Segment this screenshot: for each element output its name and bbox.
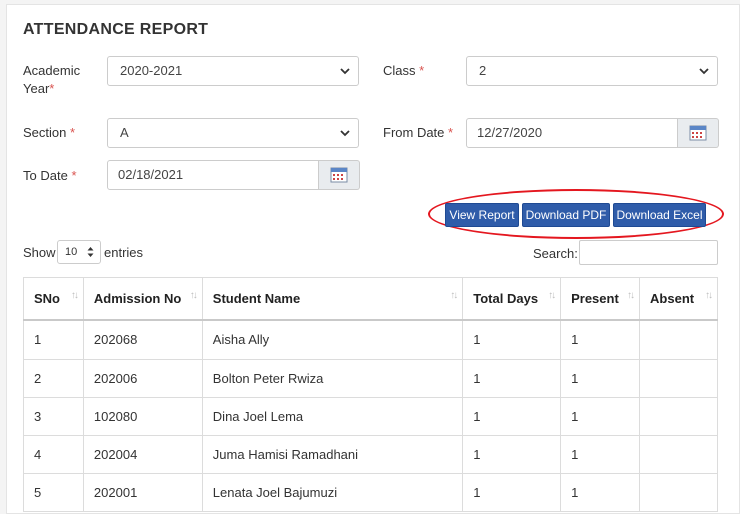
- from-date-input[interactable]: 12/27/2020: [466, 118, 678, 148]
- cell-absent: [639, 397, 718, 436]
- section-value: A: [120, 125, 129, 140]
- academic-year-label: Academic Year*: [23, 62, 80, 98]
- download-excel-button[interactable]: Download Excel: [613, 203, 706, 227]
- sort-icon: ↑↓: [627, 290, 635, 301]
- class-value: 2: [479, 63, 487, 78]
- entries-label: entries: [104, 245, 144, 260]
- section-label-text: Section: [23, 125, 67, 140]
- from-date-label-text: From Date: [383, 125, 445, 140]
- class-label: Class *: [383, 62, 424, 80]
- cell-admission-no: 202006: [82, 359, 203, 398]
- column-header-label: SNo: [34, 290, 60, 306]
- class-select[interactable]: 2: [466, 56, 718, 86]
- cell-admission-no: 102080: [82, 397, 203, 436]
- academic-year-label-line2: Year: [23, 81, 50, 96]
- column-header-sno[interactable]: SNo ↑↓: [23, 277, 84, 321]
- cell-sno: 2: [23, 359, 84, 398]
- table-row: 3 102080 Dina Joel Lema 1 1: [23, 397, 718, 436]
- required-marker: *: [70, 125, 76, 140]
- attendance-table: SNo ↑↓ Admission No ↑↓ Student Name ↑↓ Tota…: [23, 277, 718, 512]
- cell-present: 1: [560, 319, 641, 360]
- sort-icon: ↑↓: [70, 290, 79, 301]
- cell-absent: [639, 473, 718, 512]
- chevron-down-icon: [699, 68, 709, 75]
- chevron-down-icon: [340, 68, 350, 75]
- sort-icon: ↑↓: [705, 290, 713, 301]
- academic-year-value: 2020-2021: [120, 63, 183, 78]
- cell-total-days: 1: [462, 473, 562, 512]
- required-marker: *: [448, 125, 454, 140]
- section-label: Section *: [23, 124, 75, 142]
- cell-admission-no: 202068: [82, 319, 203, 360]
- cell-present: 1: [560, 473, 641, 512]
- cell-absent: [639, 319, 718, 360]
- column-header-label: Present: [571, 290, 619, 306]
- table-row: 1 202068 Aisha Ally 1 1: [23, 319, 718, 360]
- cell-total-days: 1: [462, 319, 562, 360]
- cell-student-name: Bolton Peter Rwiza: [201, 359, 464, 398]
- table-header-row: SNo ↑↓ Admission No ↑↓ Student Name ↑↓ Tota…: [23, 277, 718, 321]
- chevron-down-icon: [340, 130, 350, 137]
- sort-icon: ↑↓: [189, 290, 198, 301]
- cell-admission-no: 202004: [82, 435, 203, 474]
- cell-sno: 1: [23, 319, 84, 360]
- column-header-label: Total Days: [473, 290, 539, 306]
- academic-year-select[interactable]: 2020-2021: [107, 56, 359, 86]
- table-row: 5 202001 Lenata Joel Bajumuzi 1 1: [23, 473, 718, 512]
- to-date-input[interactable]: 02/18/2021: [107, 160, 319, 190]
- up-down-arrows-icon: [87, 247, 94, 257]
- section-select[interactable]: A: [107, 118, 359, 148]
- view-report-button[interactable]: View Report: [445, 203, 519, 227]
- academic-year-label-line1: Academic: [23, 63, 81, 78]
- cell-student-name: Juma Hamisi Ramadhani: [201, 435, 464, 474]
- column-header-present[interactable]: Present ↑↓: [560, 277, 641, 321]
- cell-sno: 3: [23, 397, 84, 436]
- to-date-label-text: To Date: [23, 168, 68, 183]
- column-header-admission-no[interactable]: Admission No ↑↓: [82, 277, 203, 321]
- search-input[interactable]: [579, 240, 718, 265]
- cell-student-name: Aisha Ally: [201, 319, 464, 360]
- class-label-text: Class: [383, 63, 416, 78]
- column-header-total-days[interactable]: Total Days ↑↓: [462, 277, 562, 321]
- cell-present: 1: [560, 435, 641, 474]
- show-label: Show: [23, 245, 56, 260]
- from-date-label: From Date *: [383, 124, 453, 142]
- required-marker: *: [49, 81, 55, 96]
- column-header-label: Admission No: [93, 290, 182, 306]
- download-pdf-button[interactable]: Download PDF: [522, 203, 610, 227]
- entries-length-select[interactable]: 10: [57, 240, 101, 264]
- to-date-calendar-button[interactable]: [319, 160, 360, 190]
- cell-total-days: 1: [462, 435, 562, 474]
- cell-student-name: Lenata Joel Bajumuzi: [201, 473, 464, 512]
- column-header-label: Absent: [650, 290, 695, 306]
- cell-present: 1: [560, 359, 641, 398]
- column-header-absent[interactable]: Absent ↑↓: [639, 277, 718, 321]
- required-marker: *: [419, 63, 425, 78]
- cell-sno: 4: [23, 435, 84, 474]
- cell-admission-no: 202001: [82, 473, 203, 512]
- table-row: 4 202004 Juma Hamisi Ramadhani 1 1: [23, 435, 718, 474]
- to-date-label: To Date *: [23, 167, 77, 185]
- calendar-icon: [330, 167, 348, 183]
- cell-student-name: Dina Joel Lema: [201, 397, 464, 436]
- required-marker: *: [71, 168, 77, 183]
- cell-present: 1: [560, 397, 641, 436]
- entries-length-value: 10: [65, 246, 78, 258]
- cell-total-days: 1: [462, 359, 562, 398]
- column-header-label: Student Name: [212, 290, 301, 306]
- cell-sno: 5: [23, 473, 84, 512]
- cell-absent: [639, 359, 718, 398]
- calendar-icon: [689, 125, 707, 141]
- cell-total-days: 1: [462, 397, 562, 436]
- column-header-student-name[interactable]: Student Name ↑↓: [201, 277, 464, 321]
- sort-icon: ↑↓: [450, 290, 458, 301]
- sort-icon: ↑↓: [548, 290, 556, 301]
- table-row: 2 202006 Bolton Peter Rwiza 1 1: [23, 359, 718, 398]
- from-date-calendar-button[interactable]: [678, 118, 719, 148]
- search-label: Search:: [533, 246, 578, 261]
- cell-absent: [639, 435, 718, 474]
- page-title: ATTENDANCE REPORT: [23, 21, 209, 38]
